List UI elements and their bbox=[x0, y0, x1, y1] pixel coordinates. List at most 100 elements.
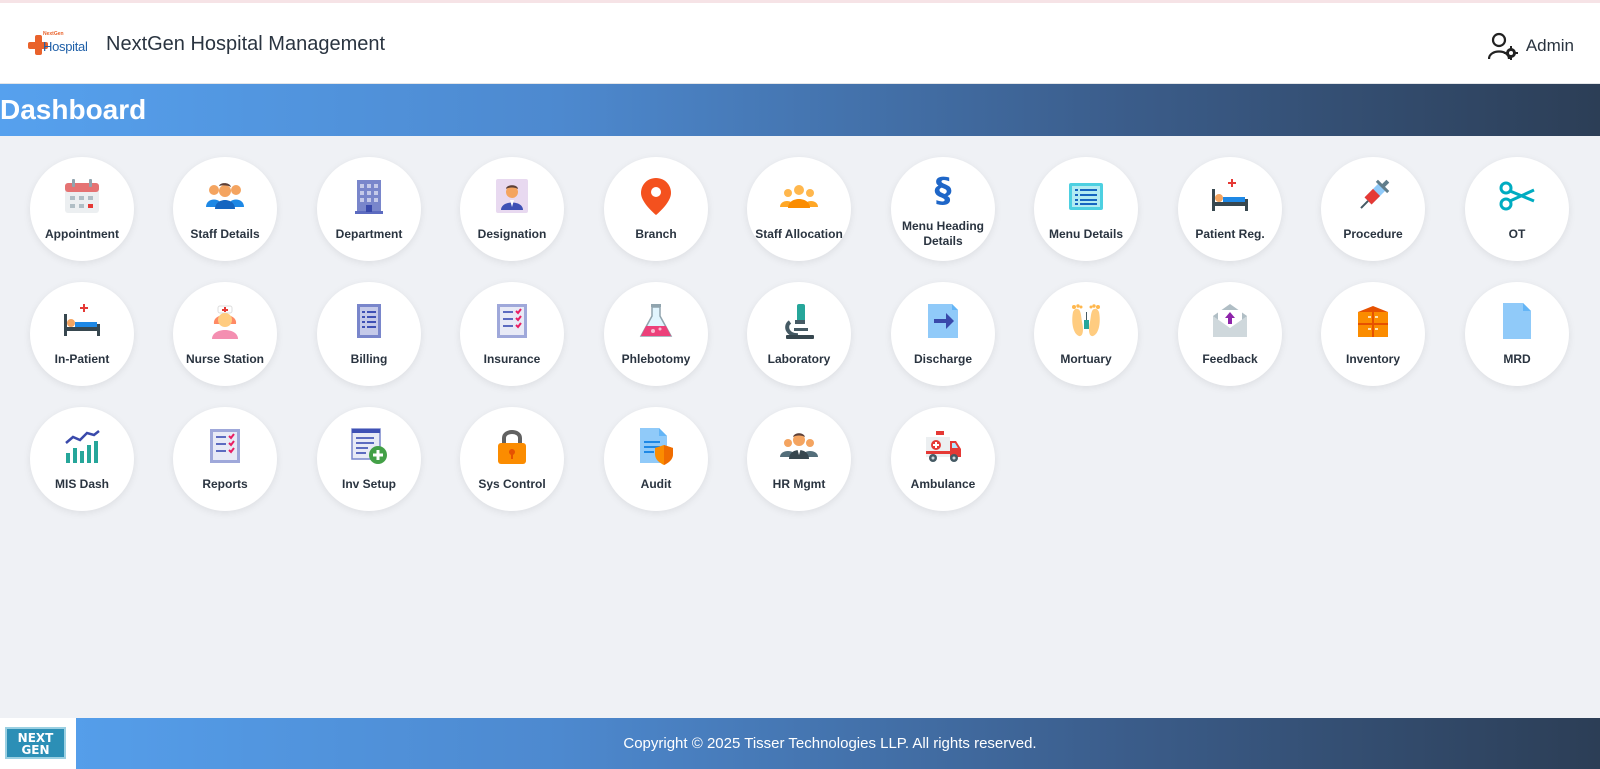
tile-label: Sys Control bbox=[478, 477, 546, 491]
tile-label: Phlebotomy bbox=[621, 352, 691, 366]
tile-discharge[interactable]: Discharge bbox=[891, 282, 995, 386]
bar-chart-icon bbox=[65, 430, 100, 463]
ambulance-icon bbox=[926, 431, 961, 462]
tile-label: Menu Heading Details bbox=[901, 219, 984, 248]
tile-label: Department bbox=[335, 227, 403, 241]
tile-hr-mgmt[interactable]: HR Mgmt bbox=[747, 407, 851, 511]
app-footer: NEXT GEN Copyright © 2025 Tisser Technol… bbox=[0, 718, 1600, 769]
tile-label: Billing bbox=[350, 352, 388, 366]
exit-arrow-icon bbox=[928, 304, 958, 338]
calendar-icon bbox=[65, 179, 99, 213]
user-menu[interactable]: Admin bbox=[1487, 32, 1574, 60]
users-icon bbox=[206, 183, 244, 209]
tile-label: Nurse Station bbox=[185, 352, 264, 366]
feet-tag-icon bbox=[1072, 304, 1100, 337]
microscope-icon bbox=[785, 304, 814, 339]
cabinet-icon bbox=[1358, 306, 1388, 337]
tile-label: Staff Allocation bbox=[755, 227, 843, 241]
tile-label: Insurance bbox=[483, 352, 541, 366]
tile-phlebotomy[interactable]: Phlebotomy bbox=[604, 282, 708, 386]
shield-document-icon bbox=[640, 428, 673, 465]
logo-small-text: NextGen bbox=[43, 31, 64, 37]
add-list-icon bbox=[351, 428, 387, 464]
tile-menu-heading-details[interactable]: § Menu Heading Details bbox=[891, 157, 995, 261]
building-icon bbox=[355, 180, 383, 214]
tile-reports[interactable]: Reports bbox=[173, 407, 277, 511]
tile-label: Designation bbox=[477, 227, 547, 241]
tile-mrd[interactable]: MRD bbox=[1465, 282, 1569, 386]
tile-label: Staff Details bbox=[190, 227, 260, 241]
tile-menu-details[interactable]: Menu Details bbox=[1034, 157, 1138, 261]
tile-staff-details[interactable]: Staff Details bbox=[173, 157, 277, 261]
tile-label: MRD bbox=[1503, 352, 1531, 366]
tile-insurance[interactable]: Insurance bbox=[460, 282, 564, 386]
page-banner: Dashboard bbox=[0, 84, 1600, 136]
tile-label: Procedure bbox=[1343, 227, 1403, 241]
tile-label: Audit bbox=[640, 477, 672, 491]
tile-label: Mortuary bbox=[1060, 352, 1112, 366]
tile-laboratory[interactable]: Laboratory bbox=[747, 282, 851, 386]
tile-procedure[interactable]: Procedure bbox=[1321, 157, 1425, 261]
hospital-bed-icon bbox=[1212, 179, 1248, 211]
copyright-text: Copyright © 2025 Tisser Technologies LLP… bbox=[623, 735, 1037, 752]
id-badge-icon bbox=[496, 179, 528, 213]
tile-nurse-station[interactable]: Nurse Station bbox=[173, 282, 277, 386]
section-sign-icon: § bbox=[935, 171, 952, 209]
tile-label: Ambulance bbox=[910, 477, 976, 491]
tile-patient-reg[interactable]: Patient Reg. bbox=[1178, 157, 1282, 261]
tile-mis-dash[interactable]: MIS Dash bbox=[30, 407, 134, 511]
tile-in-patient[interactable]: In-Patient bbox=[30, 282, 134, 386]
hospital-logo[interactable]: NextGen Hospital bbox=[26, 31, 90, 59]
tile-label: Inv Setup bbox=[341, 477, 396, 491]
tile-appointment[interactable]: Appointment bbox=[30, 157, 134, 261]
map-pin-icon bbox=[641, 178, 671, 215]
page-title: Dashboard bbox=[0, 94, 147, 125]
list-icon bbox=[1069, 183, 1103, 210]
tile-label: Discharge bbox=[913, 352, 973, 366]
tile-branch[interactable]: Branch bbox=[604, 157, 708, 261]
file-icon bbox=[1503, 303, 1531, 339]
tile-label: Appointment bbox=[45, 227, 119, 241]
lock-icon bbox=[498, 430, 526, 464]
tile-label: OT bbox=[1508, 227, 1526, 241]
bed-icon bbox=[64, 304, 100, 336]
tile-label: Reports bbox=[202, 477, 248, 491]
app-header: NextGen Hospital NextGen Hospital Manage… bbox=[0, 3, 1600, 84]
syringe-icon bbox=[1360, 179, 1390, 209]
tile-inventory[interactable]: Inventory bbox=[1321, 282, 1425, 386]
report-checklist-icon bbox=[210, 429, 240, 463]
nurse-icon bbox=[212, 305, 238, 339]
svg-text:§: § bbox=[935, 171, 952, 209]
flask-icon bbox=[639, 304, 673, 337]
tile-ambulance[interactable]: Ambulance bbox=[891, 407, 995, 511]
tile-label: Patient Reg. bbox=[1195, 227, 1265, 241]
tile-inv-setup[interactable]: Inv Setup bbox=[317, 407, 421, 511]
tile-sys-control[interactable]: Sys Control bbox=[460, 407, 564, 511]
tile-designation[interactable]: Designation bbox=[460, 157, 564, 261]
scissors-icon bbox=[1499, 181, 1535, 211]
logo-text: Hospital bbox=[43, 39, 88, 54]
tile-ot[interactable]: OT bbox=[1465, 157, 1569, 261]
user-name: Admin bbox=[1525, 36, 1574, 55]
envelope-icon bbox=[1213, 304, 1247, 337]
tile-label: Feedback bbox=[1202, 352, 1258, 366]
tile-billing[interactable]: Billing bbox=[317, 282, 421, 386]
tile-label: Menu Details bbox=[1048, 227, 1123, 241]
invoice-icon bbox=[357, 304, 381, 338]
tile-label: Inventory bbox=[1345, 352, 1400, 366]
tile-department[interactable]: Department bbox=[317, 157, 421, 261]
tile-mortuary[interactable]: Mortuary bbox=[1034, 282, 1138, 386]
group-icon bbox=[780, 185, 818, 208]
team-icon bbox=[780, 433, 818, 459]
checklist-icon bbox=[497, 304, 527, 338]
tile-label: MIS Dash bbox=[54, 477, 109, 491]
app-title: NextGen Hospital Management bbox=[106, 33, 386, 55]
tile-audit[interactable]: Audit bbox=[604, 407, 708, 511]
tile-feedback[interactable]: Feedback bbox=[1178, 282, 1282, 386]
tile-label: Laboratory bbox=[767, 352, 831, 366]
user-settings-icon bbox=[1487, 32, 1518, 60]
tile-label: In-Patient bbox=[54, 352, 110, 366]
tile-staff-allocation[interactable]: Staff Allocation bbox=[747, 157, 851, 261]
tile-label: Branch bbox=[635, 227, 677, 241]
tile-label: HR Mgmt bbox=[772, 477, 826, 491]
